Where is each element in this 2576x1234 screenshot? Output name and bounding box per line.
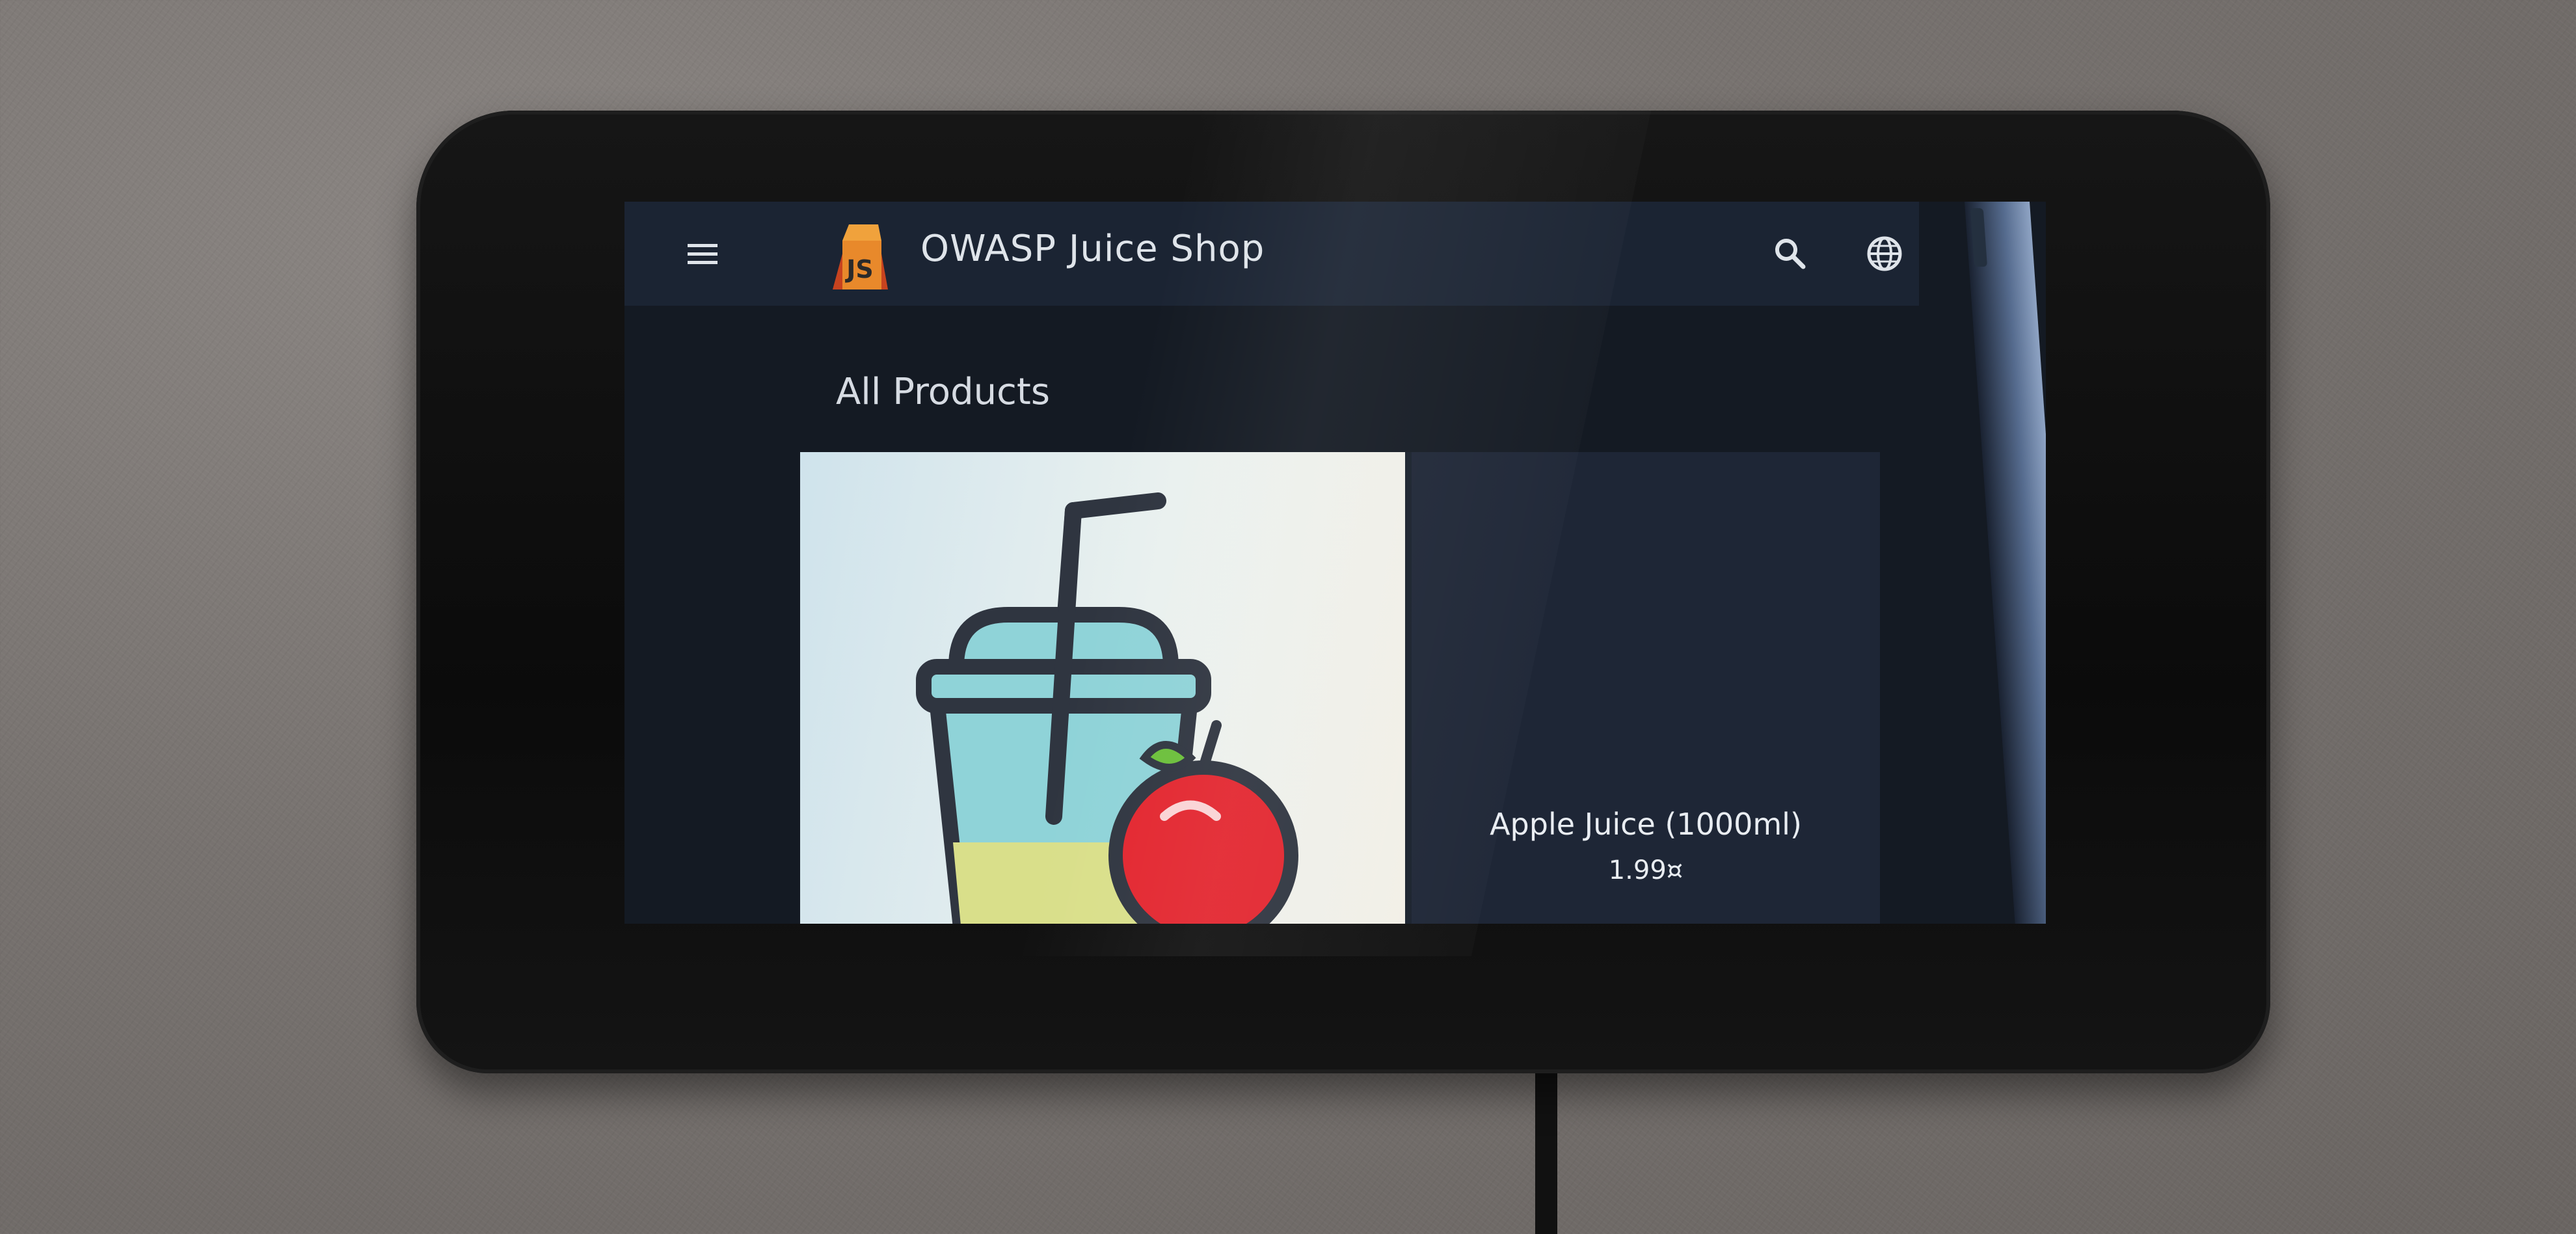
language-button[interactable]: [1864, 233, 1905, 275]
menu-button[interactable]: [683, 234, 722, 273]
section-title: All Products: [836, 371, 1051, 413]
menu-icon: [688, 244, 718, 264]
product-image[interactable]: [800, 452, 1405, 924]
app-screen: JS OWASP Juice Shop All Products Apple J…: [624, 202, 2046, 924]
power-cable: [1535, 1060, 1557, 1234]
logo-text: JS: [844, 255, 874, 284]
apple-juice-image: [916, 492, 1298, 924]
product-name: Apple Juice (1000ml): [1490, 807, 1802, 842]
product-card[interactable]: Apple Juice (1000ml) 1.99¤: [800, 452, 1880, 924]
search-button[interactable]: [1769, 233, 1811, 275]
scrollbar-thumb[interactable]: [1970, 208, 1987, 267]
vertical-scrollbar[interactable]: [1965, 202, 2046, 924]
product-price: 1.99¤: [1608, 855, 1684, 885]
globe-icon: [1867, 236, 1902, 271]
top-toolbar: JS OWASP Juice Shop: [624, 202, 1919, 306]
app-title[interactable]: OWASP Juice Shop: [920, 228, 1265, 270]
product-info: Apple Juice (1000ml) 1.99¤: [1412, 452, 1880, 924]
search-icon: [1775, 239, 1806, 269]
juice-shop-logo[interactable]: JS: [820, 218, 898, 293]
